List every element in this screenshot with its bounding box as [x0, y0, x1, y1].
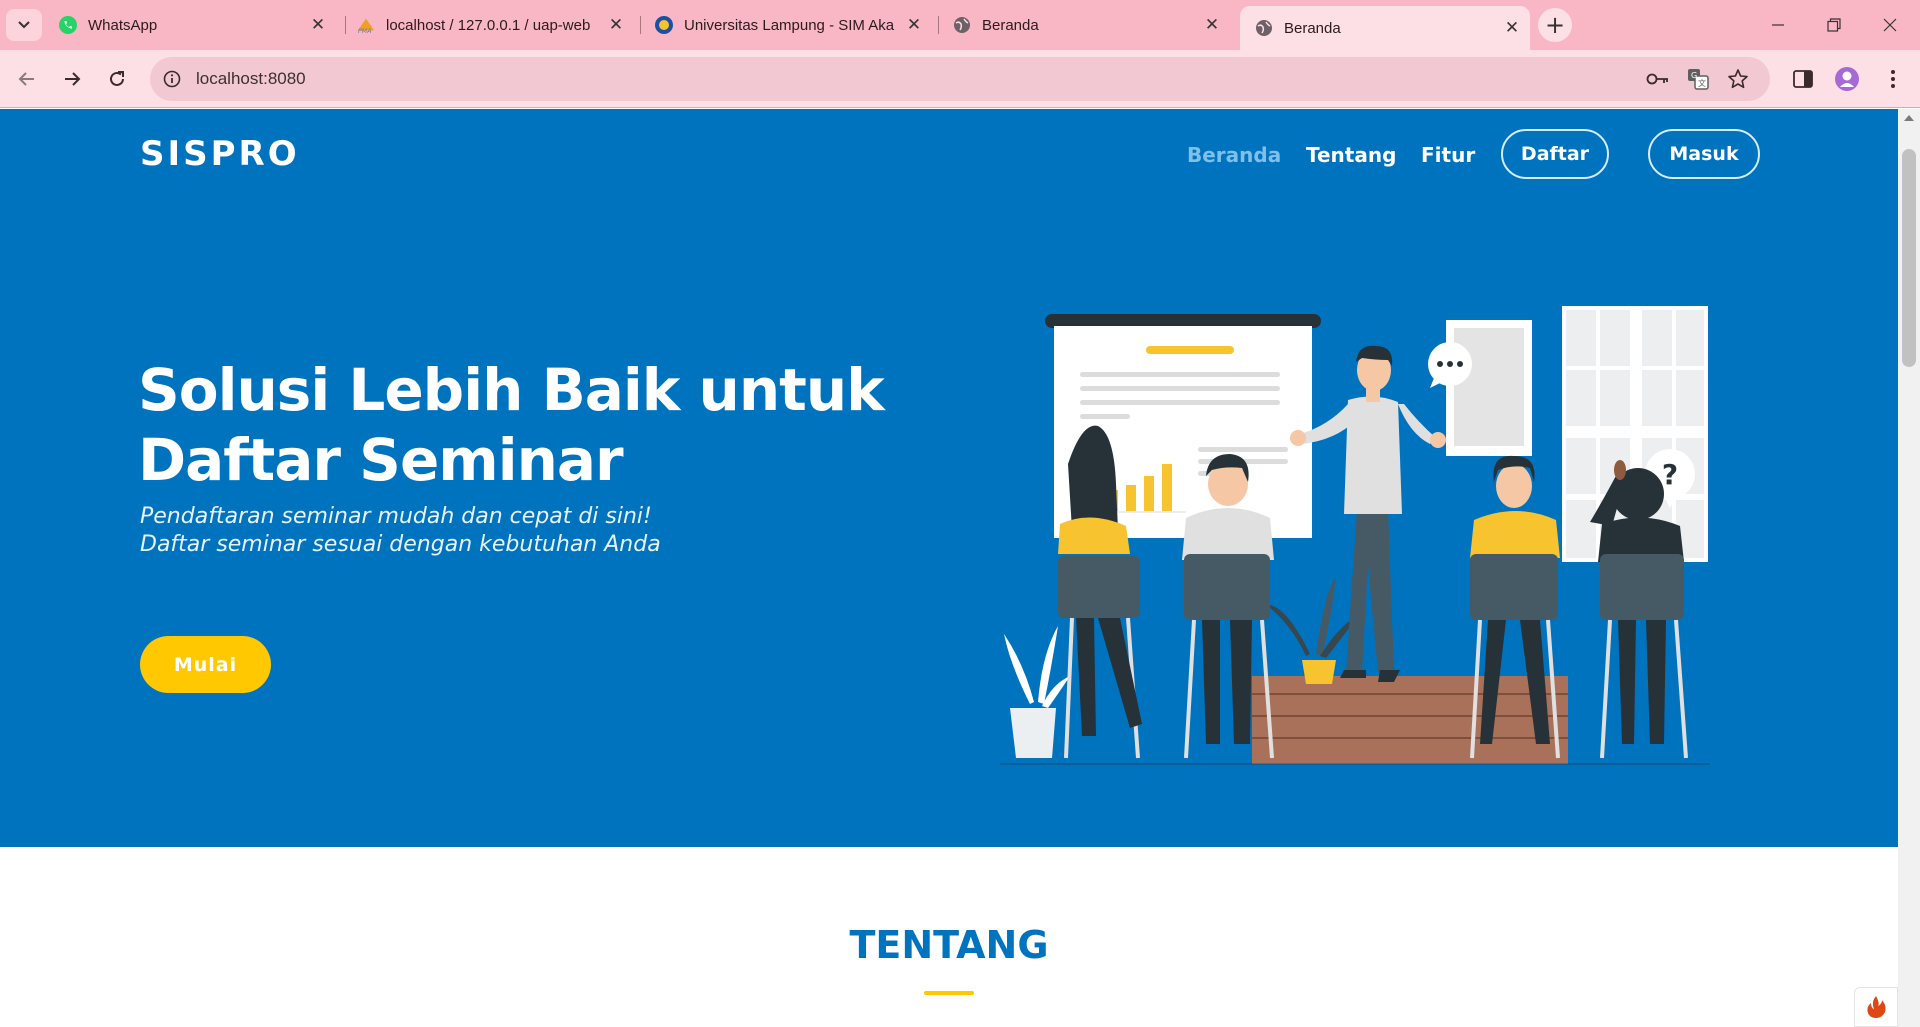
hero-subtitle-line: Pendaftaran seminar mudah dan cepat di s…	[140, 504, 652, 529]
globe-icon	[1254, 18, 1274, 38]
svg-text:PMA: PMA	[358, 28, 372, 35]
close-icon[interactable]: ✕	[1502, 18, 1522, 38]
forward-button[interactable]	[55, 62, 89, 96]
restore-button[interactable]	[1806, 0, 1862, 50]
phpmyadmin-icon: PMA	[356, 15, 376, 35]
plus-icon: +	[1544, 11, 1566, 39]
bookmark-star-icon[interactable]	[1726, 67, 1750, 91]
tab-title: Beranda	[1284, 19, 1341, 37]
site-logo[interactable]: SISPRO	[140, 134, 300, 174]
minimize-button[interactable]	[1750, 0, 1806, 50]
profile-button[interactable]	[1830, 62, 1864, 96]
masuk-button[interactable]: Masuk	[1648, 129, 1760, 179]
tab-unila[interactable]: Universitas Lampung - SIM Aka ✕	[640, 8, 932, 42]
browser-toolbar: localhost:8080 G文	[0, 50, 1920, 108]
nav-beranda[interactable]: Beranda	[1187, 143, 1281, 167]
password-key-icon[interactable]	[1646, 67, 1670, 91]
tab-phpmyadmin[interactable]: PMA localhost / 127.0.0.1 / uap-web ✕	[342, 8, 634, 42]
hero-title-line: Daftar Seminar	[138, 426, 624, 494]
hero-title: Solusi Lebih Baik untuk Daftar Seminar	[138, 355, 898, 495]
unila-icon	[654, 15, 674, 35]
tab-whatsapp[interactable]: WhatsApp ✕	[44, 8, 336, 42]
tab-title: Universitas Lampung - SIM Aka	[684, 16, 895, 34]
mulai-button[interactable]: Mulai	[140, 636, 271, 693]
svg-text:?: ?	[1662, 458, 1678, 491]
page-viewport: SISPRO Beranda Tentang Fitur Daftar Masu…	[0, 109, 1898, 1027]
tab-beranda[interactable]: Beranda ✕	[938, 8, 1230, 42]
back-button[interactable]	[10, 62, 44, 96]
hero-subtitle-line: Daftar seminar sesuai dengan kebutuhan A…	[140, 532, 661, 557]
translate-icon[interactable]: G文	[1686, 67, 1710, 91]
address-text[interactable]: localhost:8080	[196, 69, 306, 89]
hero-subtitle: Pendaftaran seminar mudah dan cepat di s…	[140, 503, 661, 559]
close-icon[interactable]: ✕	[606, 15, 626, 35]
svg-text:文: 文	[1698, 78, 1706, 88]
tab-title: Beranda	[982, 16, 1039, 34]
flame-icon	[1867, 996, 1886, 1018]
tab-search-button[interactable]	[6, 9, 42, 41]
reload-icon	[110, 71, 124, 86]
seminar-presentation-illustration: ?	[1000, 306, 1710, 765]
scroll-up-arrow[interactable]	[1904, 115, 1914, 121]
close-icon	[1883, 18, 1897, 32]
tab-title: WhatsApp	[88, 16, 158, 34]
side-panel-button[interactable]	[1786, 62, 1820, 96]
page-scrollbar[interactable]	[1898, 109, 1920, 1027]
restore-icon	[1827, 18, 1841, 32]
close-icon[interactable]: ✕	[1202, 15, 1222, 35]
arrow-left-icon	[18, 72, 34, 86]
svg-text:G: G	[1691, 71, 1697, 80]
close-icon[interactable]: ✕	[308, 15, 328, 35]
stage	[1252, 676, 1568, 764]
close-icon[interactable]: ✕	[904, 15, 924, 35]
reload-button[interactable]	[100, 62, 134, 96]
scrollbar-thumb[interactable]	[1902, 149, 1916, 367]
nav-tentang[interactable]: Tentang	[1306, 143, 1396, 167]
close-window-button[interactable]	[1862, 0, 1918, 50]
menu-button[interactable]	[1876, 62, 1910, 96]
site-info-icon[interactable]	[160, 67, 184, 91]
browser-tab-bar: WhatsApp ✕ PMA localhost / 127.0.0.1 / u…	[0, 0, 1920, 50]
potted-plant	[1265, 576, 1358, 684]
debug-toolbar-button[interactable]	[1854, 987, 1898, 1027]
daftar-button[interactable]: Daftar	[1501, 129, 1609, 179]
avatar	[1835, 67, 1859, 91]
new-tab-button[interactable]: +	[1538, 8, 1572, 42]
kebab-menu-icon	[1891, 70, 1895, 88]
presenter	[1290, 345, 1446, 682]
globe-icon	[952, 15, 972, 35]
hero-section: SISPRO Beranda Tentang Fitur Daftar Masu…	[0, 109, 1898, 847]
side-panel-icon	[1793, 70, 1813, 88]
section-underline	[924, 991, 974, 995]
floor-plant	[1004, 626, 1070, 758]
whatsapp-icon	[58, 15, 78, 35]
section-title: TENTANG	[849, 923, 1049, 967]
address-bar[interactable]: localhost:8080 G文	[150, 57, 1770, 101]
arrow-right-icon	[65, 72, 81, 86]
chevron-down-icon	[18, 21, 30, 29]
minimize-icon	[1772, 24, 1784, 26]
tab-beranda-active[interactable]: Beranda ✕	[1240, 6, 1530, 50]
nav-fitur[interactable]: Fitur	[1421, 143, 1475, 167]
hero-title-line: Solusi Lebih Baik untuk	[138, 356, 885, 424]
tab-title: localhost / 127.0.0.1 / uap-web	[386, 16, 591, 34]
